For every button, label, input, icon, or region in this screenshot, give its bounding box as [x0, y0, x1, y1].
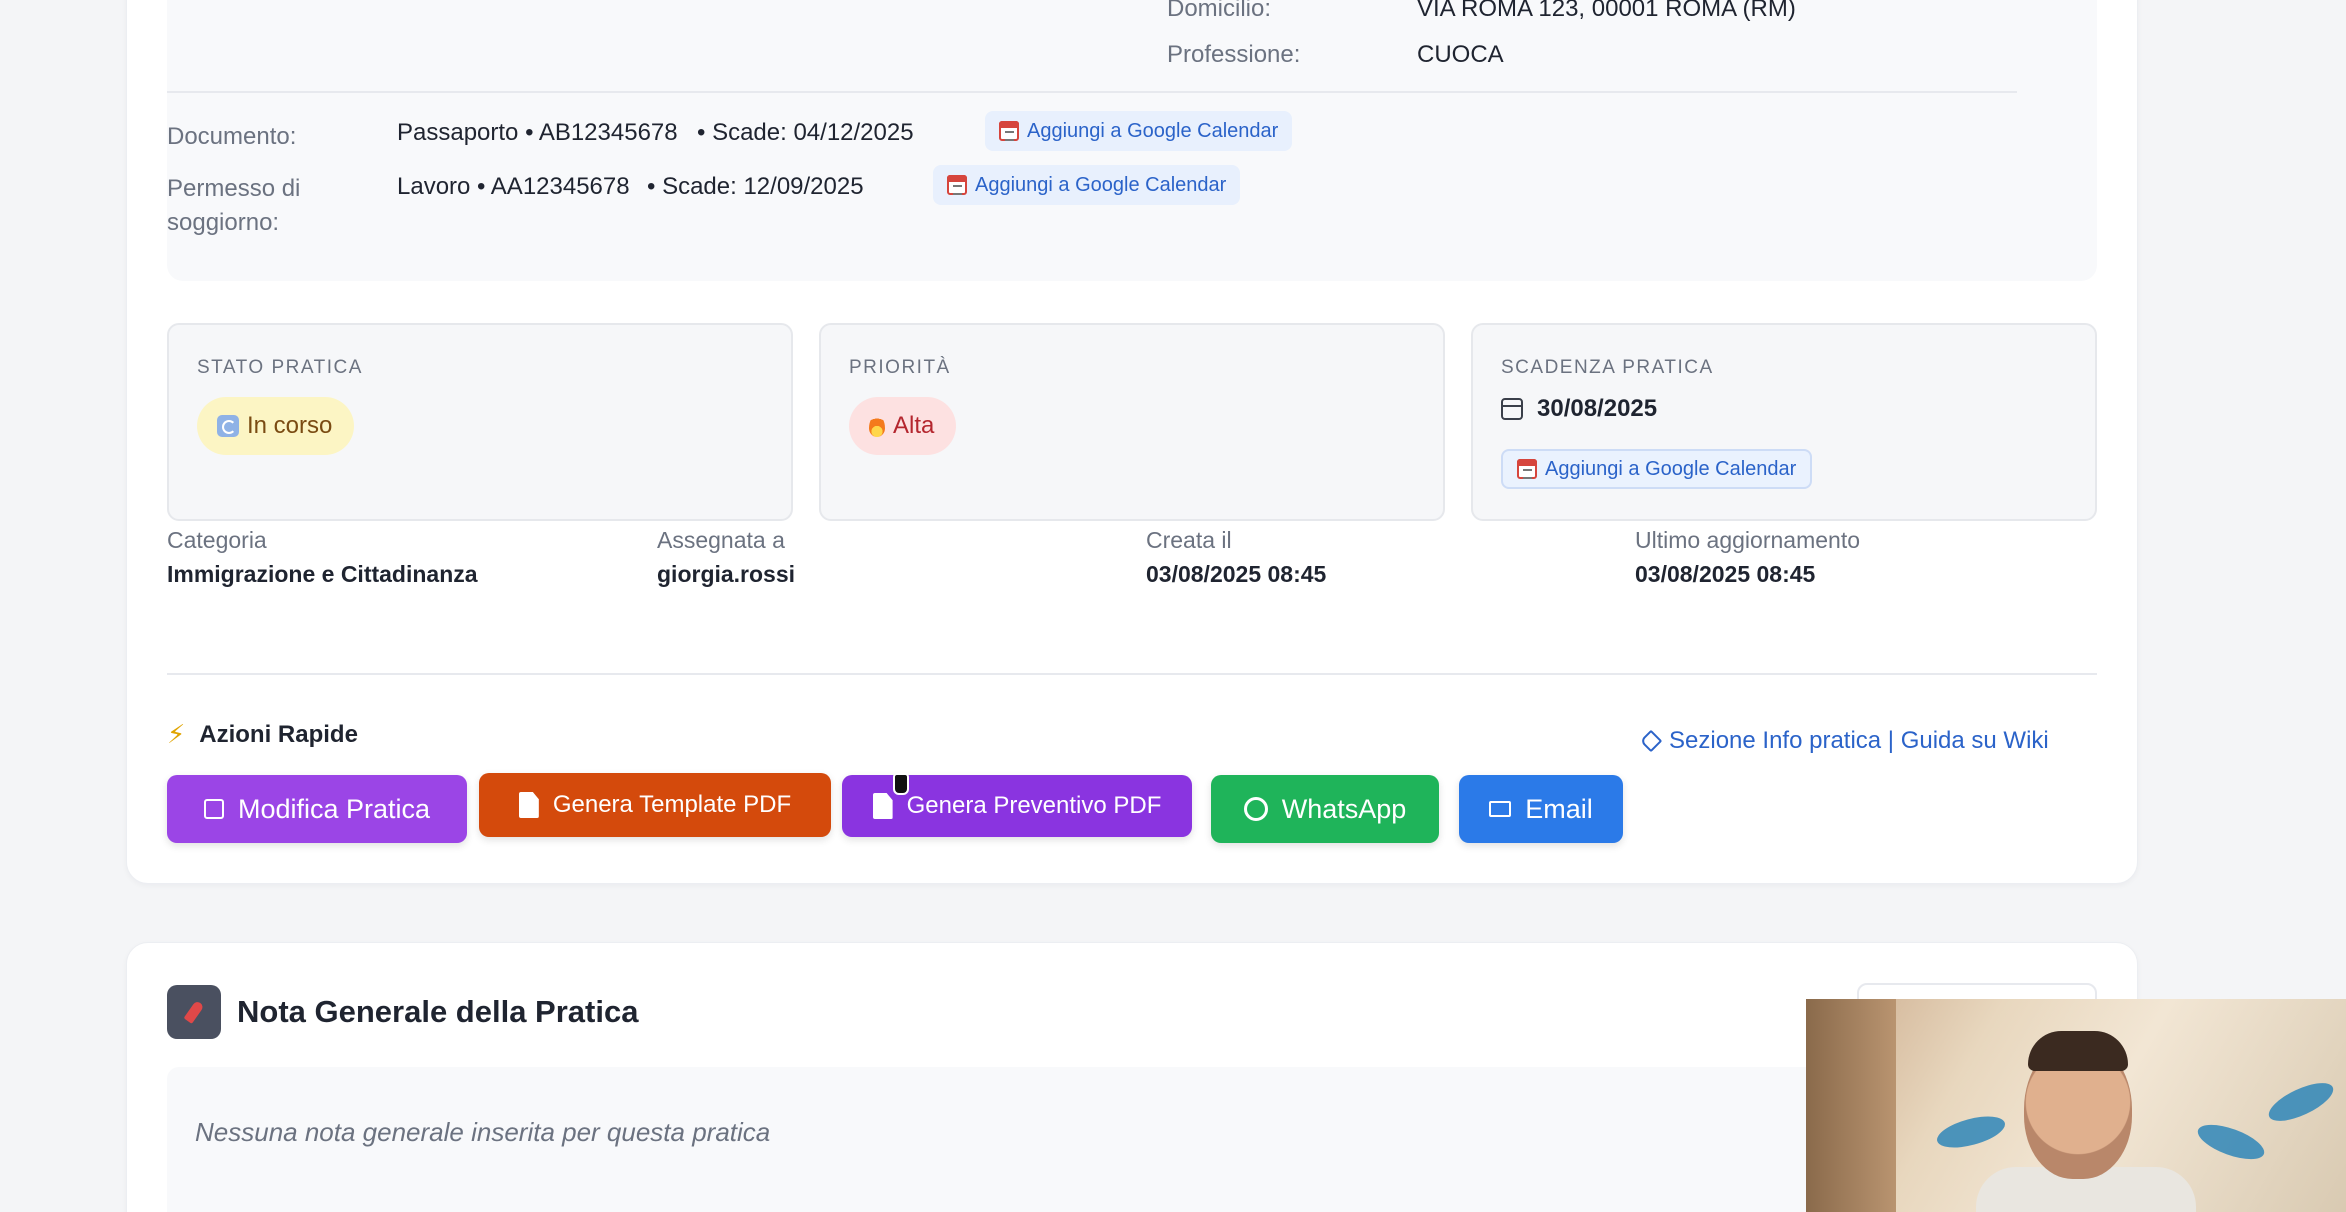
refresh-icon: [217, 415, 239, 437]
scadenza-title: SCADENZA PRATICA: [1501, 357, 1714, 378]
gcal-permesso-label: Aggiungi a Google Calendar: [975, 173, 1227, 196]
aggiornamento-value: 03/08/2025 08:45: [1635, 561, 1816, 587]
scadenza-value: 30/08/2025: [1537, 395, 1658, 422]
priorita-panel: PRIORITÀ Alta: [819, 323, 1445, 521]
calendar-icon: [947, 175, 967, 195]
permesso-label-line2: soggiorno:: [167, 209, 280, 236]
assegnata-label: Assegnata a: [657, 527, 785, 553]
gcal-documento-label: Aggiungi a Google Calendar: [1027, 119, 1279, 142]
domicilio-value: VIA ROMA 123, 00001 ROMA (RM): [1417, 0, 1796, 22]
modifica-pratica-button[interactable]: Modifica Pratica: [167, 775, 467, 843]
azioni-rapide-title: Azioni Rapide: [199, 720, 358, 748]
pdf-icon: [518, 792, 539, 818]
stato-value: In corso: [247, 412, 333, 439]
pratica-detail-card: Domicilio: VIA ROMA 123, 00001 ROMA (RM)…: [126, 0, 2138, 884]
wiki-guide-label: Sezione Info pratica | Guida su Wiki: [1669, 727, 2049, 754]
assegnata-value: giorgia.rossi: [657, 561, 796, 587]
tag-icon: [1639, 729, 1663, 753]
creata-value: 03/08/2025 08:45: [1146, 561, 1327, 587]
pin-icon: [167, 985, 221, 1039]
nota-generale-title: Nota Generale della Pratica: [237, 994, 639, 1029]
email-button[interactable]: Email: [1459, 775, 1623, 843]
email-label: Email: [1525, 793, 1593, 824]
wiki-guide-link[interactable]: Sezione Info pratica | Guida su Wiki: [1639, 727, 2049, 755]
fire-icon: [869, 415, 885, 437]
stato-badge: In corso: [197, 397, 355, 455]
pdf-icon: [872, 793, 893, 819]
whatsapp-button[interactable]: WhatsApp: [1211, 775, 1439, 843]
pointer-cursor-icon: [893, 773, 909, 795]
nota-generale-header: Nota Generale della Pratica: [167, 985, 638, 1039]
divider: [167, 673, 2097, 675]
gcal-scadenza-button[interactable]: Aggiungi a Google Calendar: [1501, 449, 1813, 489]
permesso-scadenza: • Scade: 12/09/2025: [647, 173, 864, 200]
scadenza-panel: SCADENZA PRATICA 30/08/2025 Aggiungi a G…: [1471, 323, 2097, 521]
lightning-icon: ⚡: [167, 719, 186, 749]
stato-pratica-title: STATO PRATICA: [197, 357, 363, 378]
documento-label: Documento:: [167, 123, 297, 150]
genera-preventivo-pdf-label: Genera Preventivo PDF: [906, 792, 1162, 819]
domicilio-label: Domicilio:: [1167, 0, 1272, 22]
calendar-icon: [1517, 459, 1537, 479]
calendar-icon: [999, 121, 1019, 141]
professione-label: Professione:: [1167, 41, 1301, 68]
gcal-documento-button[interactable]: Aggiungi a Google Calendar: [985, 111, 1293, 151]
permesso-value: Lavoro • AA12345678: [397, 173, 630, 200]
gcal-scadenza-label: Aggiungi a Google Calendar: [1545, 457, 1797, 480]
divider: [167, 91, 2017, 93]
genera-template-pdf-button[interactable]: Genera Template PDF: [479, 773, 831, 837]
webcam-dolphin-decoration: [2263, 1075, 2339, 1129]
aggiornamento-label: Ultimo aggiornamento: [1635, 527, 1861, 553]
edit-icon: [203, 799, 224, 819]
documento-value: Passaporto • AB12345678: [397, 119, 678, 146]
anagrafica-panel: Domicilio: VIA ROMA 123, 00001 ROMA (RM)…: [167, 0, 2097, 281]
priorita-badge: Alta: [849, 397, 957, 455]
categoria-value: Immigrazione e Cittadinanza: [167, 561, 478, 587]
calendar-icon: [1501, 398, 1523, 420]
permesso-label-line1: Permesso di: [167, 175, 301, 202]
stato-pratica-panel: STATO PRATICA In corso: [167, 323, 793, 521]
documento-scadenza: • Scade: 04/12/2025: [697, 119, 914, 146]
webcam-dolphin-decoration: [2193, 1117, 2269, 1167]
priorita-value: Alta: [893, 412, 935, 439]
whatsapp-icon: [1243, 797, 1268, 821]
mail-icon: [1489, 801, 1512, 817]
priorita-title: PRIORITÀ: [849, 357, 951, 378]
scadenza-date: 30/08/2025: [1501, 395, 1657, 423]
categoria-label: Categoria: [167, 527, 267, 553]
whatsapp-label: WhatsApp: [1281, 793, 1407, 824]
azioni-rapide-header: ⚡ Azioni Rapide: [167, 719, 358, 750]
modifica-pratica-label: Modifica Pratica: [237, 793, 431, 824]
creata-label: Creata il: [1146, 527, 1232, 553]
webcam-background-door: [1806, 999, 1896, 1212]
webcam-person-hair: [2028, 1031, 2128, 1071]
gcal-permesso-button[interactable]: Aggiungi a Google Calendar: [933, 165, 1241, 205]
professione-value: CUOCA: [1417, 41, 1504, 68]
nota-empty-text: Nessuna nota generale inserita per quest…: [195, 1117, 771, 1147]
webcam-overlay: [1806, 999, 2346, 1212]
webcam-dolphin-decoration: [1933, 1110, 2009, 1154]
genera-template-pdf-label: Genera Template PDF: [552, 791, 792, 818]
